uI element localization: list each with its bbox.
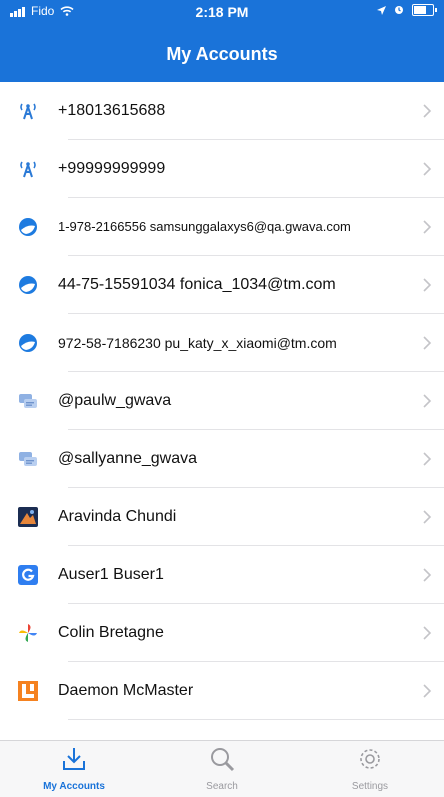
globe-chat-icon <box>19 276 37 294</box>
download-tray-icon <box>63 748 85 770</box>
account-row[interactable]: 44-75-15591034 fonica_1034@tm.com <box>0 256 444 314</box>
chevron-right-icon <box>423 452 432 466</box>
l-letter-icon <box>18 681 38 701</box>
chevron-right-icon <box>423 510 432 524</box>
account-label: Daemon McMaster <box>58 682 194 699</box>
account-label: +18013615688 <box>58 102 166 119</box>
account-label: @sallyanne_gwava <box>58 450 197 467</box>
account-row[interactable]: +99999999999 <box>0 140 444 198</box>
account-label: Aravinda Chundi <box>58 508 177 525</box>
account-row[interactable]: 972-58-7186230 pu_katy_x_xiaomi@tm.com <box>0 314 444 372</box>
chevron-right-icon <box>423 162 432 176</box>
account-label: +99999999999 <box>58 160 166 177</box>
chevron-right-icon <box>423 220 432 234</box>
status-bar: Fido 2:18 PM <box>0 0 444 40</box>
accounts-list: +18013615688 +99999999999 1-978-2166556 … <box>0 82 444 720</box>
page-title: My Accounts <box>166 44 278 64</box>
account-row[interactable]: Colin Bretagne <box>0 604 444 662</box>
chevron-right-icon <box>423 394 432 408</box>
location-arrow-icon <box>377 5 386 15</box>
tab-label: My Accounts <box>43 781 105 792</box>
g-letter-icon <box>18 565 38 585</box>
account-row[interactable]: +18013615688 <box>0 82 444 140</box>
account-label: 972-58-7186230 pu_katy_x_xiaomi@tm.com <box>58 335 337 351</box>
chevron-right-icon <box>423 626 432 640</box>
status-right <box>377 4 437 16</box>
app-header: Fido 2:18 PM My Accounts <box>0 0 444 82</box>
account-row[interactable]: 1-978-2166556 samsunggalaxys6@qa.gwava.c… <box>0 198 444 256</box>
account-row[interactable]: @paulw_gwava <box>0 372 444 430</box>
globe-chat-icon <box>19 218 37 236</box>
pinwheel-icon <box>19 624 37 642</box>
alarm-icon <box>395 6 403 14</box>
account-label: Auser1 Buser1 <box>58 566 164 583</box>
chevron-right-icon <box>423 278 432 292</box>
account-row[interactable]: @sallyanne_gwava <box>0 430 444 488</box>
tab-label: Search <box>206 781 238 792</box>
tab-label: Settings <box>351 781 389 792</box>
globe-chat-icon <box>19 334 37 352</box>
antenna-icon <box>20 103 36 120</box>
message-bubbles-icon <box>19 452 37 466</box>
photo-app-icon <box>18 507 38 527</box>
gear-icon <box>360 749 380 769</box>
tab-my-accounts[interactable]: My Accounts <box>0 741 148 797</box>
account-row[interactable]: Daemon McMaster <box>0 662 444 720</box>
account-label: 1-978-2166556 samsunggalaxys6@qa.gwava.c… <box>58 219 351 234</box>
chevron-right-icon <box>423 684 432 698</box>
battery-icon <box>412 4 437 16</box>
tab-search[interactable]: Search <box>148 741 296 797</box>
account-label: @paulw_gwava <box>58 392 172 409</box>
account-label: 44-75-15591034 fonica_1034@tm.com <box>58 276 336 293</box>
tab-bar: My Accounts Search Settings <box>0 740 444 797</box>
account-row[interactable]: Aravinda Chundi <box>0 488 444 546</box>
chevron-right-icon <box>423 104 432 118</box>
message-bubbles-icon <box>19 394 37 408</box>
account-label: Colin Bretagne <box>58 624 164 641</box>
tab-settings[interactable]: Settings <box>296 741 444 797</box>
chevron-right-icon <box>423 568 432 582</box>
account-row[interactable]: Auser1 Buser1 <box>0 546 444 604</box>
antenna-icon <box>20 161 36 178</box>
chevron-right-icon <box>423 336 432 350</box>
magnifier-icon <box>211 748 235 772</box>
